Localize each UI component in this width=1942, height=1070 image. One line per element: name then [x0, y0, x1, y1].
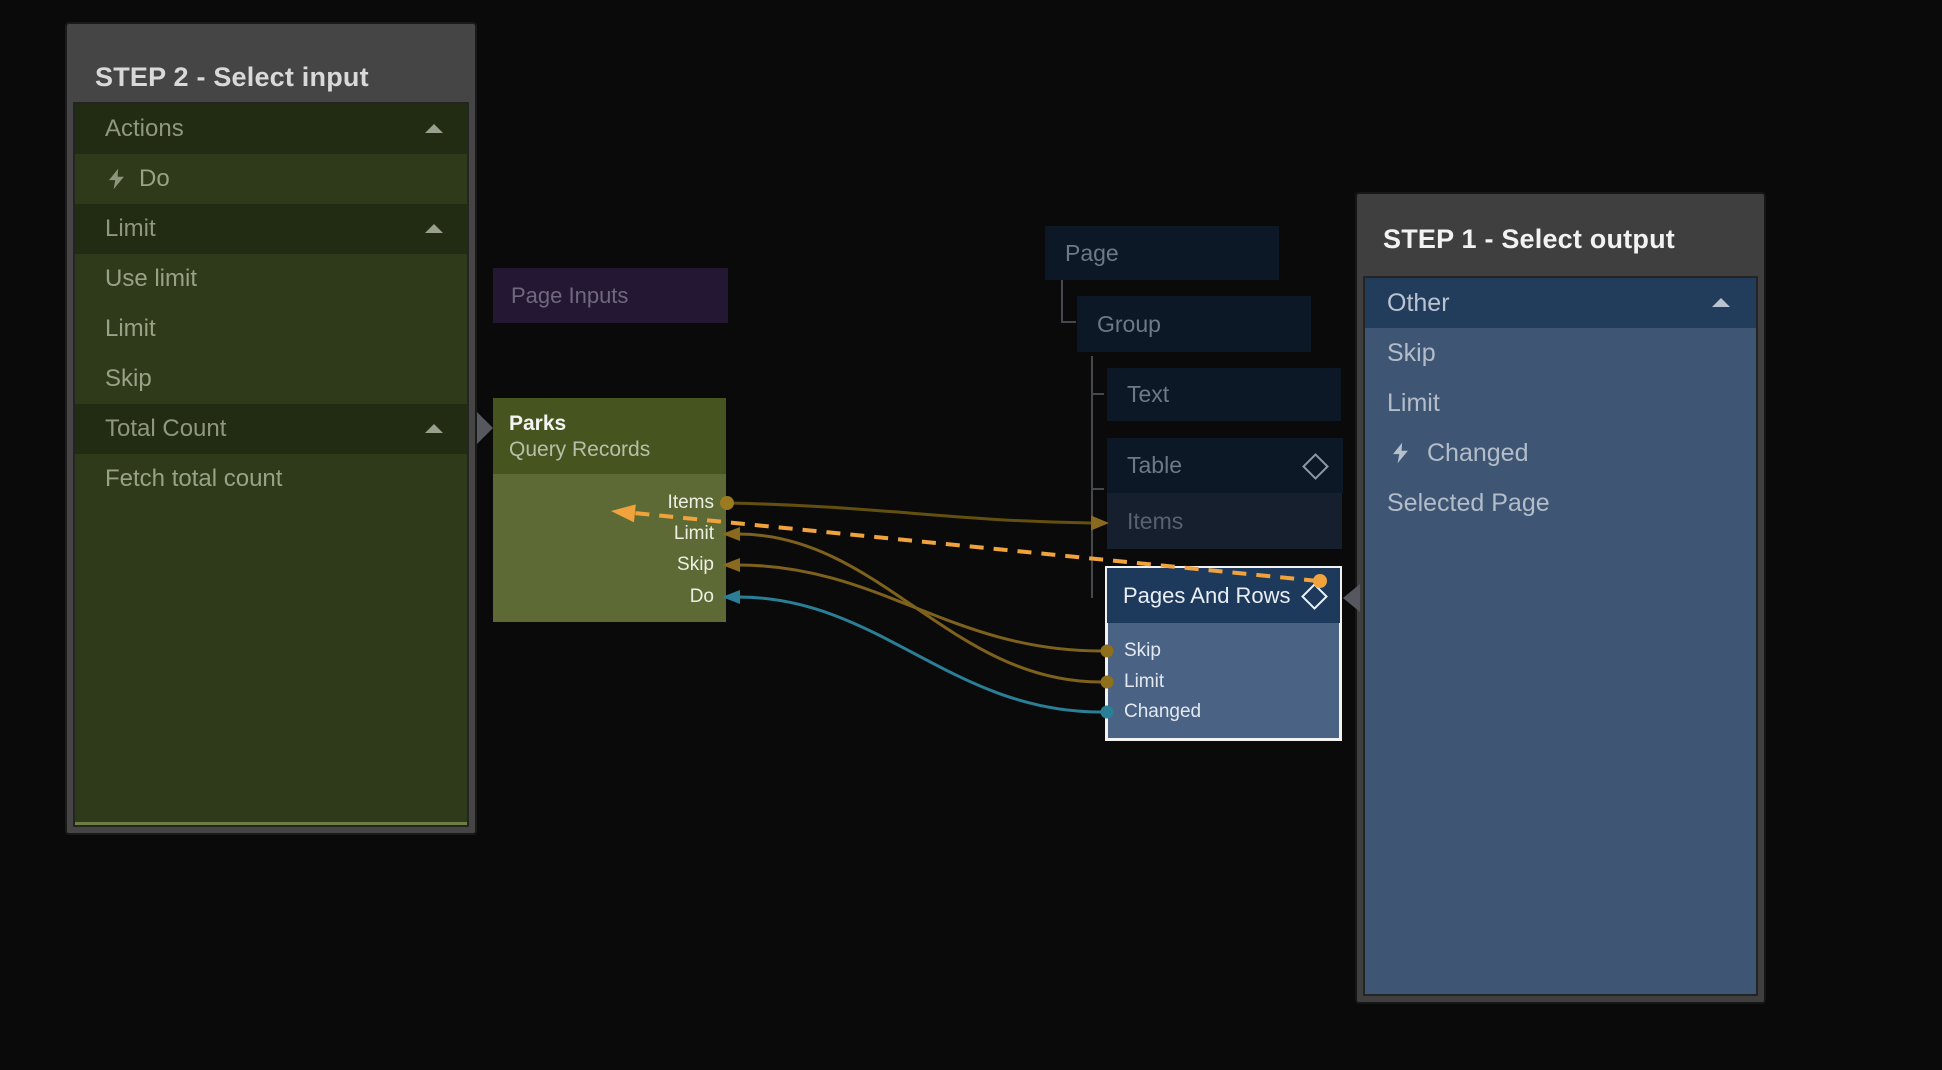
step2-row-limit[interactable]: Limit	[75, 304, 467, 354]
step2-row-label: Fetch total count	[105, 465, 282, 492]
wire-changed-to-do[interactable]	[738, 597, 1101, 712]
chevron-up-icon	[425, 124, 443, 133]
diamond-output-icon[interactable]	[1302, 453, 1329, 480]
parks-port-do[interactable]: Do	[690, 586, 714, 608]
step2-row-label: Use limit	[105, 265, 197, 292]
step2-row-label: Total Count	[105, 415, 226, 442]
tree-connector-line	[1062, 280, 1076, 322]
tree-node-items[interactable]: Items	[1107, 493, 1342, 549]
step2-row-total-count[interactable]: Total Count	[75, 404, 467, 454]
step2-row-do[interactable]: Do	[75, 154, 467, 204]
step1-row-other[interactable]: Other	[1365, 278, 1756, 328]
parks-port-limit[interactable]: Limit	[674, 523, 714, 545]
step1-select-output-panel: STEP 1 - Select output Other Skip Limit Cha…	[1357, 194, 1764, 1002]
step2-panel-title: STEP 2 - Select input	[95, 62, 369, 93]
step2-option-list: Actions Do Limit Use limit Limit Skip Total Co…	[75, 104, 467, 825]
step1-row-skip[interactable]: Skip	[1365, 328, 1756, 378]
page-inputs-node[interactable]: Page Inputs	[493, 268, 728, 323]
step1-panel-title: STEP 1 - Select output	[1383, 224, 1675, 255]
pages-and-rows-header: Pages And Rows	[1107, 568, 1340, 623]
step2-row-label: Actions	[105, 115, 184, 142]
step1-row-label: Changed	[1427, 439, 1528, 467]
step1-row-label: Limit	[1387, 389, 1440, 417]
step1-row-label: Selected Page	[1387, 489, 1550, 517]
step1-row-selected-page[interactable]: Selected Page	[1365, 478, 1756, 528]
wire-parks-items-to-table-items[interactable]	[727, 503, 1091, 523]
chevron-up-icon	[425, 224, 443, 233]
lightning-icon	[1393, 443, 1409, 464]
step2-row-label: Do	[139, 165, 170, 192]
step2-row-actions[interactable]: Actions	[75, 104, 467, 154]
tree-node-group[interactable]: Group	[1077, 296, 1311, 352]
tree-node-table[interactable]: Table	[1107, 438, 1343, 493]
lightning-icon	[109, 169, 125, 190]
page-inputs-label: Page Inputs	[511, 283, 628, 308]
diamond-output-icon[interactable]	[1301, 583, 1328, 610]
pages-and-rows-title: Pages And Rows	[1123, 568, 1291, 623]
step2-pointer-triangle-icon	[477, 412, 493, 444]
parks-port-skip[interactable]: Skip	[677, 554, 714, 576]
tree-node-page[interactable]: Page	[1045, 226, 1279, 280]
wire-skip-to-skip[interactable]	[738, 565, 1101, 651]
pages-and-rows-port-changed[interactable]: Changed	[1124, 701, 1201, 723]
step2-row-fetch-total-count[interactable]: Fetch total count	[75, 454, 467, 504]
parks-node-subtitle: Query Records	[509, 437, 726, 463]
pages-and-rows-port-limit[interactable]: Limit	[1124, 671, 1164, 693]
parks-node-header: Parks Query Records	[493, 398, 726, 474]
tree-node-label: Group	[1097, 311, 1161, 338]
flow-editor-canvas: STEP 2 - Select input Actions Do Limit Use …	[0, 0, 1942, 1070]
step2-row-label: Skip	[105, 365, 152, 392]
parks-port-items[interactable]: Items	[668, 492, 714, 514]
pages-and-rows-port-skip[interactable]: Skip	[1124, 640, 1161, 662]
parks-node[interactable]: Parks Query Records Items Limit Skip Do	[493, 398, 726, 622]
step2-row-skip[interactable]: Skip	[75, 354, 467, 404]
tree-node-label: Table	[1127, 452, 1182, 479]
step2-row-use-limit[interactable]: Use limit	[75, 254, 467, 304]
pages-and-rows-node[interactable]: Pages And Rows Skip Limit Changed	[1105, 566, 1342, 741]
wire-limit-to-limit[interactable]	[738, 534, 1101, 682]
step2-row-limit-section[interactable]: Limit	[75, 204, 467, 254]
step1-row-label: Skip	[1387, 339, 1436, 367]
tree-node-text[interactable]: Text	[1107, 368, 1341, 421]
step2-select-input-panel: STEP 2 - Select input Actions Do Limit Use …	[67, 24, 475, 833]
step2-row-label: Limit	[105, 215, 156, 242]
tree-node-label: Items	[1127, 508, 1183, 535]
parks-node-title: Parks	[509, 411, 726, 437]
chevron-up-icon	[425, 424, 443, 433]
step1-row-changed[interactable]: Changed	[1365, 428, 1756, 478]
tree-node-label: Text	[1127, 381, 1169, 408]
step1-row-limit[interactable]: Limit	[1365, 378, 1756, 428]
chevron-up-icon	[1712, 298, 1730, 307]
step1-row-label: Other	[1387, 289, 1450, 317]
step2-row-label: Limit	[105, 315, 156, 342]
tree-node-label: Page	[1065, 240, 1119, 267]
step1-option-list: Other Skip Limit Changed Selected Page	[1365, 278, 1756, 994]
tree-connector-line	[1092, 356, 1104, 598]
